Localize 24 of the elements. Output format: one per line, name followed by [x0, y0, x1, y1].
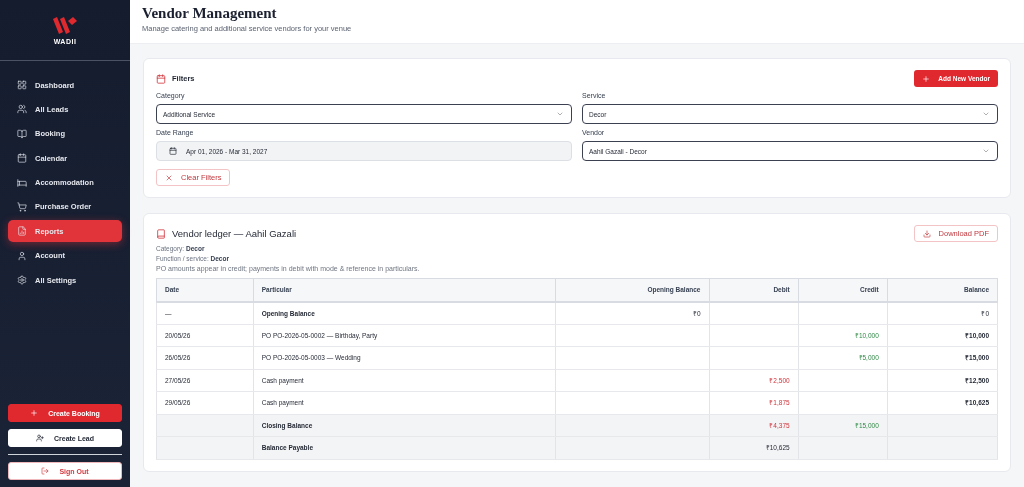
nav-icon — [17, 80, 27, 90]
ledger-title: Vendor ledger — Aahil Gazali — [172, 228, 297, 239]
nav-icon — [17, 250, 27, 261]
close-icon — [165, 173, 173, 182]
nav-icon — [17, 226, 27, 237]
nav-icon — [17, 177, 27, 188]
nav-icon — [17, 275, 27, 286]
download-icon — [922, 229, 931, 238]
plus-icon — [30, 409, 39, 417]
book-icon — [156, 228, 166, 239]
calendar-icon — [156, 73, 166, 84]
page-title: Vendor Management — [142, 5, 278, 22]
calendar-icon — [169, 147, 177, 155]
nav-icon — [17, 128, 27, 139]
logout-icon — [41, 467, 50, 475]
nav-icon — [17, 153, 27, 164]
chevron-down-icon — [556, 110, 564, 118]
plus-icon — [922, 74, 931, 83]
chevron-down-icon — [982, 147, 990, 155]
nav-icon — [17, 201, 27, 212]
chevron-down-icon — [982, 110, 990, 118]
user-plus-icon — [35, 434, 44, 442]
logo-icon — [52, 15, 78, 35]
nav-icon — [17, 104, 27, 115]
